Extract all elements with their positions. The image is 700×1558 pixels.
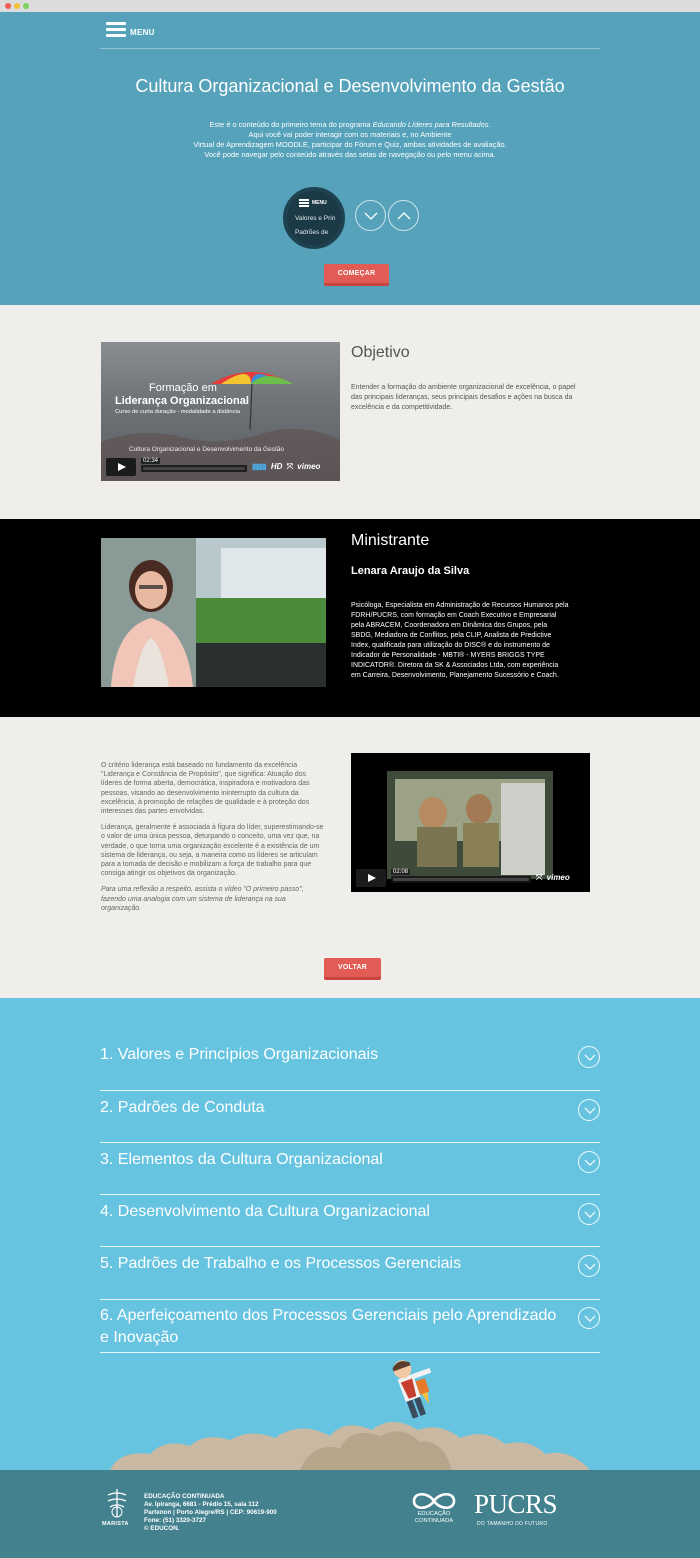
intro-video-player[interactable]: Formação em Liderança Organizacional Cur… <box>101 342 340 481</box>
chevron-down-icon[interactable] <box>578 1046 600 1068</box>
instructor-name: Lenara Araujo da Silva <box>351 565 470 577</box>
education-logo-label[interactable]: EDUCAÇÃO CONTINUADA <box>408 1511 460 1525</box>
address-line-4: Fone: (51) 3320-3727 <box>144 1517 206 1524</box>
chevron-down-icon[interactable] <box>578 1099 600 1121</box>
address-line-1: EDUCAÇÃO CONTINUADA <box>144 1493 225 1500</box>
pucrs-tagline: DO TAMANHO DO FUTURO <box>477 1521 548 1527</box>
marista-logo-icon <box>107 1489 127 1518</box>
instructor-photo-art <box>101 538 326 687</box>
vimeo-logo[interactable]: vimeo <box>547 873 570 882</box>
hero-section: MENU Cultura Organizacional e Desenvolvi… <box>0 12 700 305</box>
chevron-up-icon <box>397 212 411 220</box>
browser-bar <box>0 0 700 12</box>
start-button[interactable]: COMEÇAR <box>324 264 389 286</box>
fullscreen-icon[interactable]: ⤧ <box>536 873 542 882</box>
objective-section: Formação em Liderança Organizacional Cur… <box>0 305 700 519</box>
volume-icon[interactable]: ▮▮▮▮ <box>252 462 267 471</box>
program-name: Educando Líderes para Resultados. <box>372 120 491 129</box>
marista-label: MARISTA <box>102 1521 129 1527</box>
menu-icon[interactable] <box>106 22 126 38</box>
close-dot-icon[interactable] <box>5 3 11 9</box>
divider <box>100 48 600 49</box>
address-line-3: Partenon | Porto Alegre/RS | CEP: 90619-… <box>144 1509 277 1516</box>
footer: MARISTA EDUCAÇÃO CONTINUADA Av. Ipiranga… <box>0 1470 700 1558</box>
fullscreen-icon[interactable]: ⤧ <box>287 462 293 471</box>
topic-item-4[interactable]: 4. Desenvolvimento da Cultura Organizaci… <box>100 1201 600 1247</box>
maximize-dot-icon[interactable] <box>23 3 29 9</box>
video-toolbar: ▮▮▮▮ HD ⤧ vimeo <box>252 462 337 472</box>
intro-line-1: Este é o conteúdo do primeiro tema do pr… <box>150 120 550 130</box>
video-headline-1: Formação em <box>149 382 217 394</box>
video-progress-bar[interactable] <box>391 876 531 883</box>
hd-toggle[interactable]: HD <box>271 462 283 471</box>
pucrs-logo[interactable]: PUCRS <box>474 1489 558 1520</box>
chevron-down-icon <box>364 212 378 220</box>
video-subline: Curso de curta duração - modalidade a di… <box>115 409 241 415</box>
video-toolbar: ⤧ vimeo <box>536 873 588 883</box>
flying-character-illustration <box>110 1360 590 1470</box>
topic-label[interactable]: 2. Padrões de Conduta <box>100 1097 560 1119</box>
objective-title: Objetivo <box>351 344 410 361</box>
chevron-down-icon[interactable] <box>578 1307 600 1329</box>
address-line-5: © EDUCON. <box>144 1525 180 1532</box>
minimize-dot-icon[interactable] <box>14 3 20 9</box>
topic-item-6[interactable]: 6. Aperfeiçoamento dos Processos Gerenci… <box>100 1305 600 1353</box>
intro-line-1-text: Este é o conteúdo do primeiro tema do pr… <box>209 120 373 129</box>
video-progress-bar[interactable] <box>141 465 247 472</box>
topics-section: 1. Valores e Princípios Organizacionais … <box>0 998 700 1470</box>
intro-line-4: Você pode navegar pelo conteúdo através … <box>204 150 496 159</box>
topic-label[interactable]: 4. Desenvolvimento da Cultura Organizaci… <box>100 1201 560 1223</box>
topic-label[interactable]: 5. Padrões de Trabalho e os Processos Ge… <box>100 1253 560 1275</box>
leadership-paragraph-2: Liderança, geralmente é associada à figu… <box>101 824 324 878</box>
topic-item-5[interactable]: 5. Padrões de Trabalho e os Processos Ge… <box>100 1253 600 1300</box>
topic-item-2[interactable]: 2. Padrões de Conduta <box>100 1097 600 1143</box>
infinity-logo-icon[interactable] <box>408 1490 460 1512</box>
leadership-paragraph-3: Para uma reflexão a respeito, assista o … <box>101 886 304 912</box>
instructor-heading: Ministrante <box>351 532 430 549</box>
objective-text: Entender a formação do ambiente organiza… <box>351 384 576 411</box>
preview-line-1: Valores e Prin <box>295 215 336 222</box>
preview-menu-icon <box>299 199 309 207</box>
leadership-section: O critério liderança está baseado no fun… <box>0 717 700 998</box>
menu-button[interactable]: MENU <box>106 19 186 43</box>
video-time: 02:34 <box>141 458 161 464</box>
video-caption: Cultura Organizacional e Desenvolvimento… <box>129 446 285 453</box>
chevron-down-icon[interactable] <box>578 1203 600 1225</box>
video-controls: 02:08 ⤧ vimeo <box>351 869 590 892</box>
instructor-bio: Psicóloga, Especialista em Administração… <box>351 602 569 679</box>
video-headline-2: Liderança Organizacional <box>115 395 249 407</box>
next-arrow-button[interactable] <box>355 200 386 231</box>
chevron-down-icon[interactable] <box>578 1255 600 1277</box>
leadership-paragraph-1: O critério liderança está baseado no fun… <box>101 762 310 816</box>
topic-label[interactable]: 1. Valores e Princípios Organizacionais <box>100 1044 560 1066</box>
topic-item-3[interactable]: 3. Elementos da Cultura Organizacional <box>100 1149 600 1195</box>
intro-text: Este é o conteúdo do primeiro tema do pr… <box>150 120 550 160</box>
topic-label[interactable]: 3. Elementos da Cultura Organizacional <box>100 1149 560 1171</box>
menu-label[interactable]: MENU <box>130 28 155 37</box>
intro-line-3: Virtual de Aprendizagem MOODLE, particip… <box>193 140 507 149</box>
page-title: Cultura Organizacional e Desenvolvimento… <box>135 76 565 96</box>
back-button[interactable]: VOLTAR <box>324 958 381 980</box>
address-line-2: Av. Ipiranga, 6681 - Prédio 15, sala 112 <box>144 1501 259 1508</box>
vimeo-logo[interactable]: vimeo <box>297 462 320 471</box>
topic-item-1[interactable]: 1. Valores e Princípios Organizacionais <box>100 1044 600 1091</box>
prev-arrow-button[interactable] <box>388 200 419 231</box>
leadership-text: O critério liderança está baseado no fun… <box>101 761 327 920</box>
intro-line-2: Aqui você vai poder interagir com os mat… <box>248 130 452 139</box>
leadership-video-player[interactable]: 02:08 ⤧ vimeo <box>351 753 590 892</box>
play-icon[interactable] <box>356 869 386 887</box>
education-label-line-1: EDUCAÇÃO <box>417 1511 451 1517</box>
instructor-section: Ministrante Lenara Araujo da Silva Psicó… <box>0 519 700 717</box>
chevron-down-icon[interactable] <box>578 1151 600 1173</box>
preview-line-2: Padrões de <box>295 229 329 236</box>
topic-label[interactable]: 6. Aperfeiçoamento dos Processos Gerenci… <box>100 1305 560 1349</box>
navigation-preview[interactable]: MENU Valores e Prin Padrões de <box>283 187 345 249</box>
instructor-photo <box>101 538 326 687</box>
play-icon[interactable] <box>106 458 136 476</box>
preview-menu-label: MENU <box>312 200 327 206</box>
education-label-line-2: CONTINUADA <box>414 1518 454 1524</box>
video-time: 02:08 <box>391 869 411 875</box>
footer-address: EDUCAÇÃO CONTINUADA Av. Ipiranga, 6681 -… <box>144 1493 324 1533</box>
video-controls: 02:34 ▮▮▮▮ HD ⤧ vimeo <box>101 458 340 481</box>
